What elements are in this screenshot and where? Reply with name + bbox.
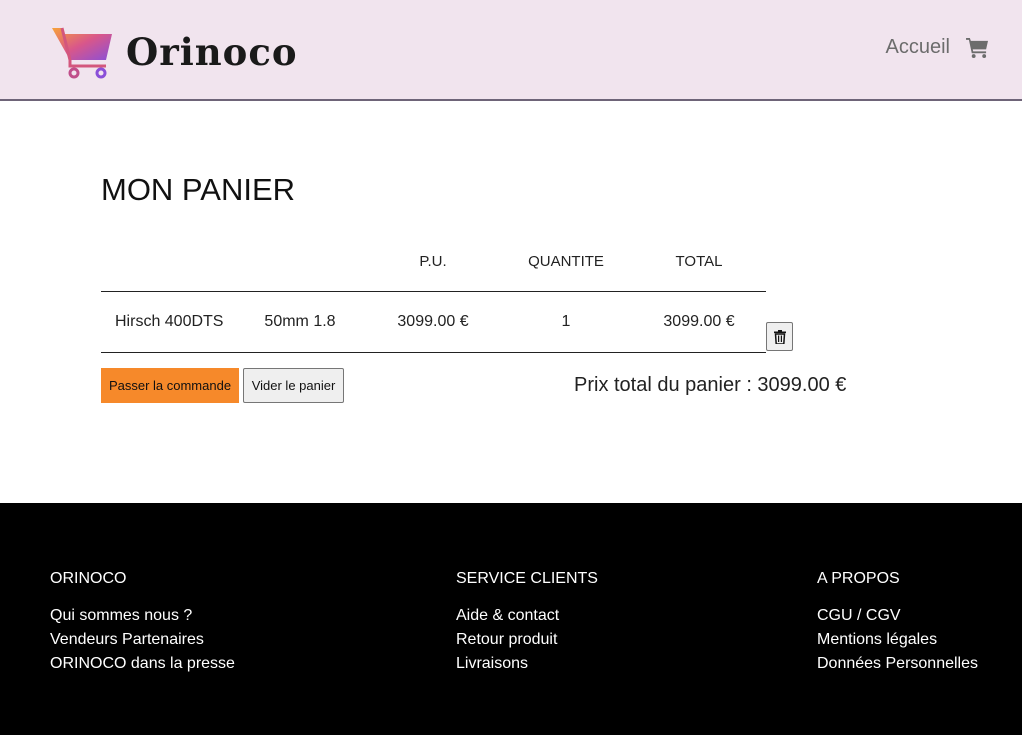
footer-link-returns[interactable]: Retour produit bbox=[456, 628, 598, 652]
brand-logo[interactable]: Orinoco bbox=[50, 24, 298, 80]
footer-link-personal-data[interactable]: Données Personnelles bbox=[817, 652, 978, 676]
page-title: MON PANIER bbox=[101, 172, 296, 207]
shopping-cart-icon[interactable] bbox=[966, 37, 989, 58]
cart-table: P.U. QUANTITE TOTAL Hirsch 400DTS 50mm 1… bbox=[101, 240, 766, 353]
product-unit-price: 3099.00 € bbox=[397, 313, 469, 330]
place-order-button[interactable]: Passer la commande bbox=[101, 368, 239, 403]
footer-link-partner-sellers[interactable]: Vendeurs Partenaires bbox=[50, 628, 235, 652]
footer-heading: A PROPOS bbox=[817, 570, 900, 587]
product-total: 3099.00 € bbox=[663, 313, 735, 330]
footer-heading: SERVICE CLIENTS bbox=[456, 570, 598, 587]
nav-home-link[interactable]: Accueil bbox=[886, 36, 950, 59]
cart-total: Prix total du panier : 3099.00 € bbox=[574, 374, 847, 396]
site-footer: ORINOCO Qui sommes nous ? Vendeurs Parte… bbox=[0, 503, 1022, 735]
product-lens: 50mm 1.8 bbox=[264, 313, 336, 330]
product-name: Hirsch 400DTS bbox=[115, 313, 224, 330]
empty-cart-button[interactable]: Vider le panier bbox=[243, 368, 344, 403]
brand-name: Orinoco bbox=[126, 30, 298, 74]
footer-link-legal-notice[interactable]: Mentions légales bbox=[817, 628, 978, 652]
column-header-total: TOTAL bbox=[675, 253, 723, 270]
product-quantity: 1 bbox=[561, 313, 571, 330]
footer-link-press[interactable]: ORINOCO dans la presse bbox=[50, 652, 235, 676]
footer-heading: ORINOCO bbox=[50, 570, 127, 587]
footer-column-customer-service: SERVICE CLIENTS Aide & contact Retour pr… bbox=[456, 570, 598, 676]
site-header: Orinoco Accueil bbox=[0, 0, 1022, 101]
table-row: Hirsch 400DTS 50mm 1.8 3099.00 € 1 3099.… bbox=[101, 292, 766, 353]
table-header: P.U. QUANTITE TOTAL bbox=[101, 240, 766, 292]
footer-column-orinoco: ORINOCO Qui sommes nous ? Vendeurs Parte… bbox=[50, 570, 235, 676]
main-nav: Accueil bbox=[886, 36, 989, 59]
footer-link-terms[interactable]: CGU / CGV bbox=[817, 604, 978, 628]
trash-icon bbox=[773, 329, 786, 344]
footer-link-deliveries[interactable]: Livraisons bbox=[456, 652, 598, 676]
footer-column-about: A PROPOS CGU / CGV Mentions légales Donn… bbox=[817, 570, 978, 676]
column-header-quantity: QUANTITE bbox=[528, 253, 604, 270]
logo-cart-icon bbox=[52, 27, 112, 79]
column-header-unit-price: P.U. bbox=[419, 253, 447, 270]
footer-link-about-us[interactable]: Qui sommes nous ? bbox=[50, 604, 235, 628]
delete-item-button[interactable] bbox=[766, 322, 793, 351]
footer-link-help-contact[interactable]: Aide & contact bbox=[456, 604, 598, 628]
